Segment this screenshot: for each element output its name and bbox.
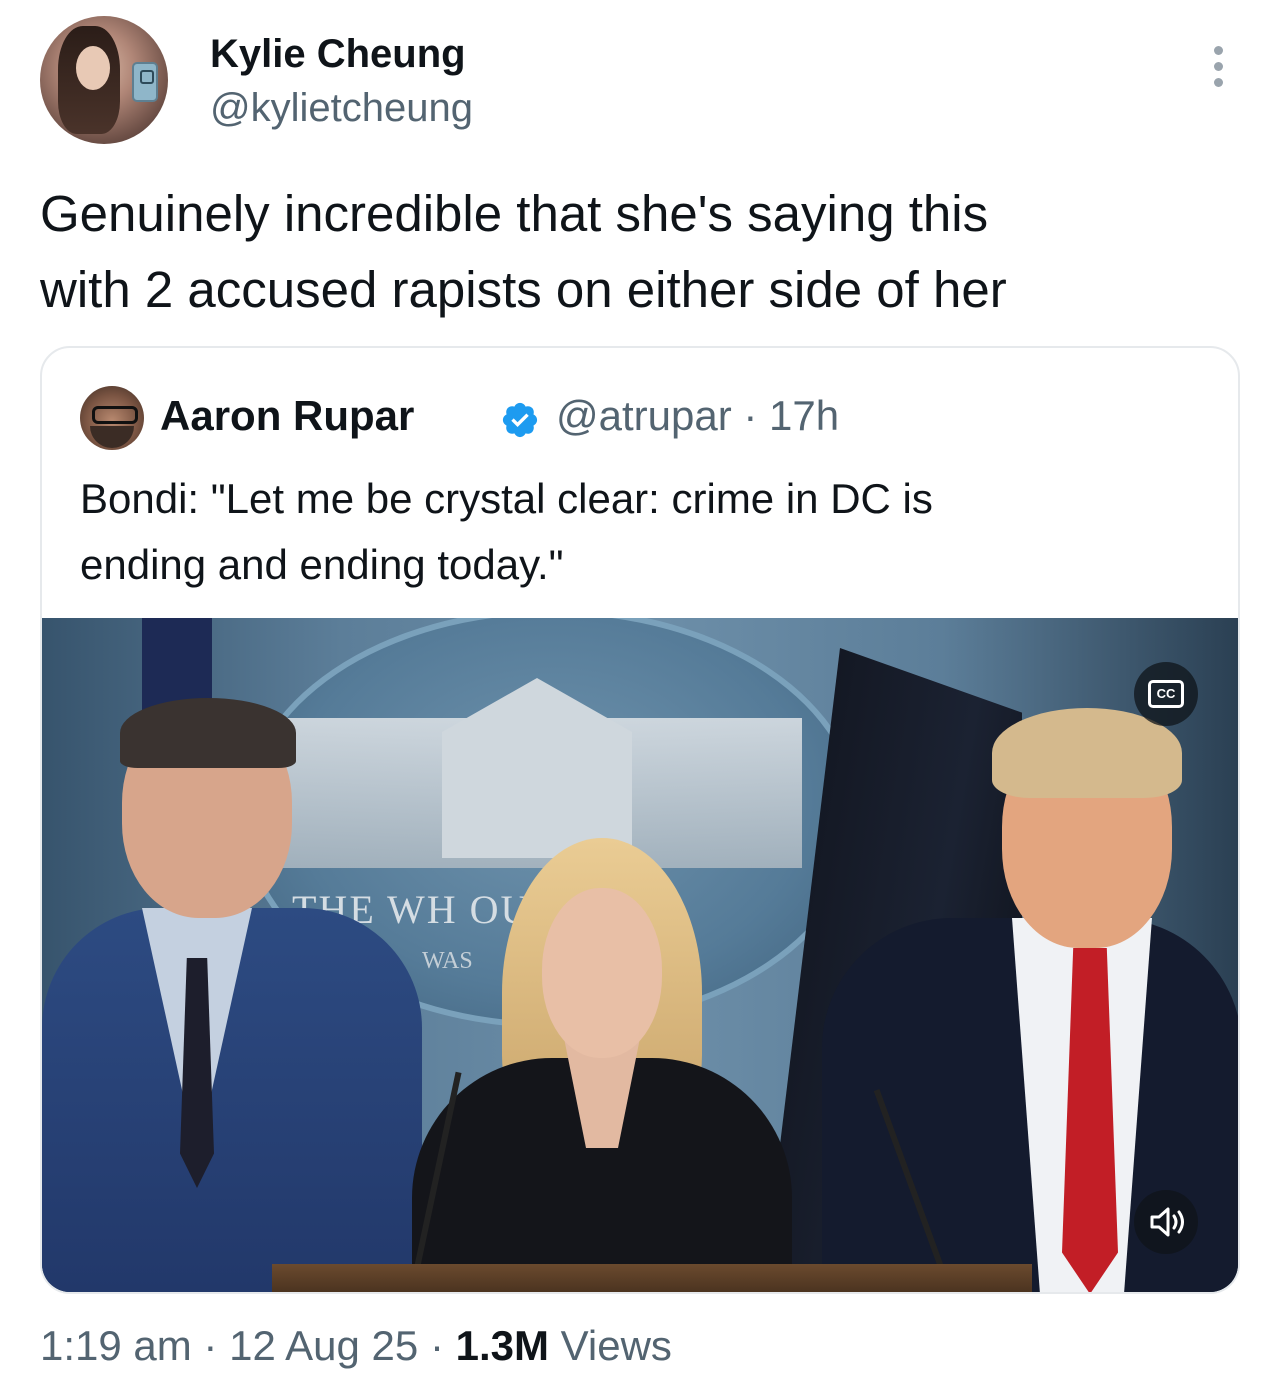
quoted-tweet-video[interactable]: THE WH OUSE WAS CC [42,618,1238,1292]
volume-button[interactable] [1134,1190,1198,1254]
tweet-header: Kylie Cheung @kylietcheung [40,14,1240,146]
tweet-time[interactable]: 1:19 am [40,1322,192,1369]
footer-separator: · [191,1322,230,1369]
avatar-phone [132,62,158,102]
tweet-text: Genuinely incredible that she's saying t… [40,185,1007,318]
person-left [42,698,422,1292]
quoted-author-meta: @atrupar · 17h [556,392,839,440]
person-center [412,838,792,1292]
views-count: 1.3M [455,1322,549,1369]
quoted-tweet-card[interactable]: Aaron Rupar @atrupar · 17h Bondi: "Let m… [40,346,1240,1294]
cc-icon: CC [1148,680,1184,708]
author-display-name[interactable]: Kylie Cheung [210,32,466,77]
footer-separator: · [418,1322,456,1369]
verified-badge-icon [502,402,538,438]
quoted-tweet-age[interactable]: 17h [769,392,839,439]
author-avatar[interactable] [40,16,168,144]
volume-icon [1150,1207,1184,1237]
quoted-tweet-header: Aaron Rupar @atrupar · 17h [80,386,1180,450]
more-options-icon[interactable] [1212,46,1224,92]
views-label: Views [560,1322,672,1369]
quoted-tweet-text: Bondi: "Let me be crystal clear: crime i… [80,475,933,588]
tweet-footer-meta: 1:19 am · 12 Aug 25 · 1.3M Views [40,1322,672,1370]
meta-separator: · [731,392,770,439]
quoted-author-display-name[interactable]: Aaron Rupar [160,392,414,440]
tweet-date[interactable]: 12 Aug 25 [229,1322,418,1369]
captions-button[interactable]: CC [1134,662,1198,726]
podium [272,1264,1032,1292]
author-handle[interactable]: @kylietcheung [210,86,473,131]
avatar-face [76,46,110,90]
quoted-author-handle[interactable]: @atrupar [556,392,732,439]
quoted-author-avatar[interactable] [80,386,144,450]
